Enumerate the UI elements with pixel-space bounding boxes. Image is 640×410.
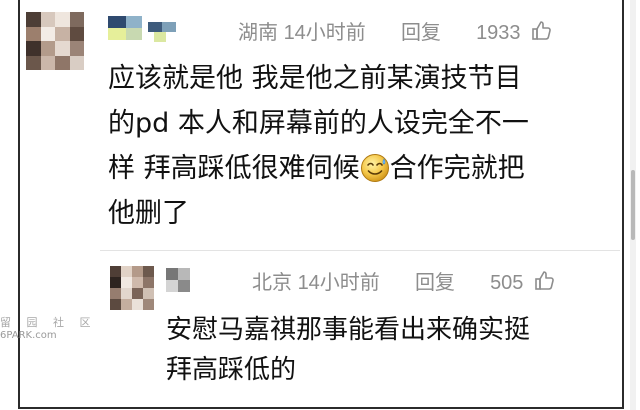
reply-line: 安慰马嘉祺那事能看出来确实挺: [166, 315, 531, 345]
like-count: 1933: [476, 22, 521, 44]
thumbs-up-icon: [535, 271, 554, 290]
reply-button[interactable]: 回复: [401, 22, 441, 44]
like-button[interactable]: [526, 21, 554, 44]
scrollbar-thumb[interactable]: [631, 170, 635, 240]
comment-line: 样 拜高踩低很难伺候 合作完就把: [108, 153, 525, 184]
site-watermark: 留 园 社 区 6PARK.com: [0, 316, 100, 350]
reply-button[interactable]: 回复: [415, 272, 455, 294]
like-button[interactable]: [529, 271, 557, 294]
smile-sweat-emoji: [360, 154, 389, 182]
reply-body: 安慰马嘉祺那事能看出来确实挺 拜高踩低的: [166, 310, 606, 390]
comment-line: 他删了: [108, 198, 189, 229]
username-replier-pixelated[interactable]: [166, 268, 200, 298]
scrollbar[interactable]: [630, 0, 636, 410]
like-count: 505: [490, 272, 524, 294]
comment-body: 应该就是他 我是他之前某演技节目 的pd 本人和屏幕前的人设完全不一 样 拜高踩…: [108, 56, 608, 236]
reply-line: 拜高踩低的: [166, 355, 297, 385]
comment-line: 应该就是他 我是他之前某演技节目: [108, 63, 522, 94]
reply-time: 14小时前: [297, 272, 380, 294]
comment-location: 湖南: [238, 22, 278, 44]
reply-meta: 北京 14小时前 回复 505: [252, 266, 557, 295]
watermark-glyphs: 留 园 社 区: [0, 316, 97, 329]
comment-meta: 湖南 14小时前 回复 1933: [238, 16, 554, 45]
avatar-replier[interactable]: [110, 266, 154, 310]
thumbs-up-icon: [532, 21, 551, 40]
watermark-site: 6PARK.com: [0, 330, 57, 341]
comment-line: 的pd 本人和屏幕前的人设完全不一: [108, 108, 529, 139]
username-commenter-pixelated[interactable]: [108, 16, 178, 46]
reply-location: 北京: [252, 272, 292, 294]
avatar-commenter[interactable]: [26, 12, 84, 70]
comment-time: 14小时前: [283, 22, 366, 44]
divider: [100, 250, 620, 251]
